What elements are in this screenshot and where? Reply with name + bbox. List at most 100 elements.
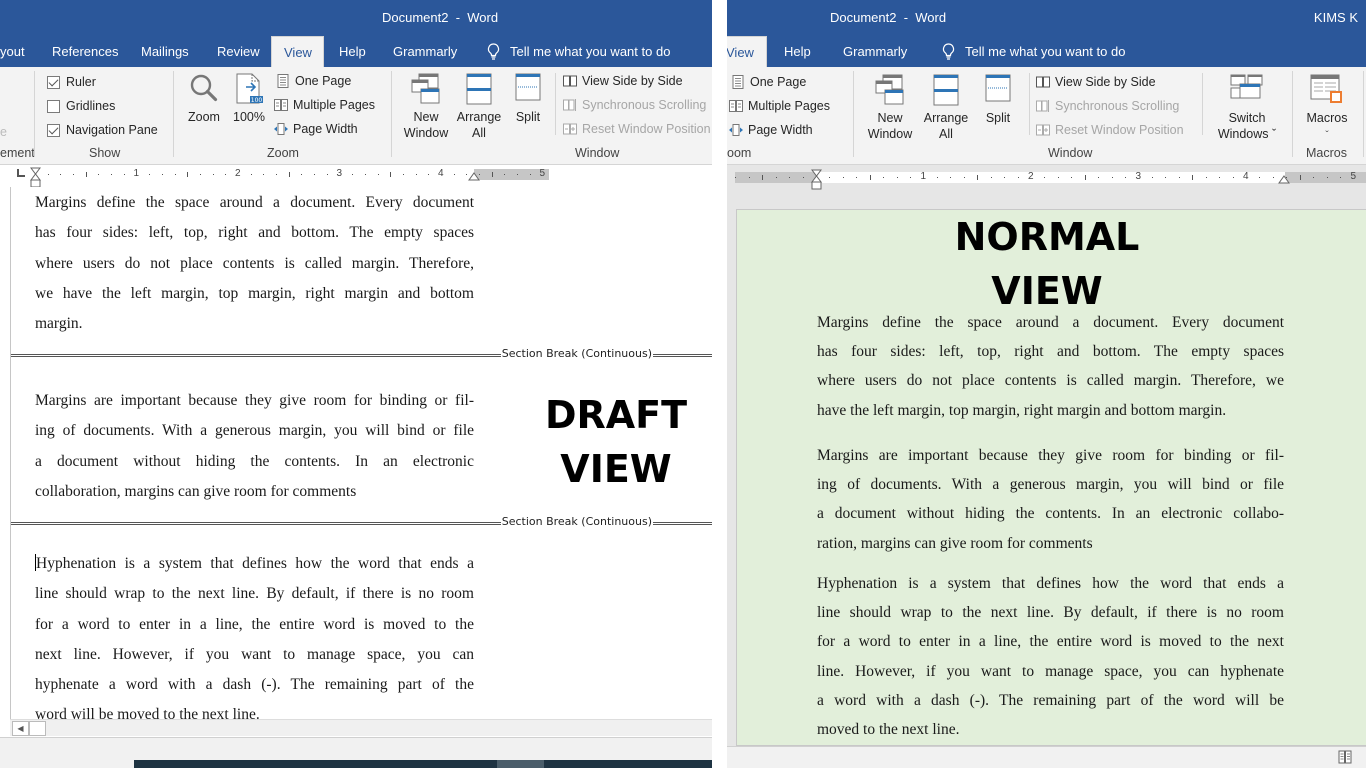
ruler-tick	[883, 177, 885, 178]
tab-mailings[interactable]: Mailings	[129, 36, 201, 67]
draft-view-line-2: VIEW	[560, 447, 672, 491]
split-button[interactable]: Split	[510, 73, 546, 125]
user-name[interactable]: KIMS K	[1314, 10, 1358, 25]
multiple-pages-button[interactable]: Multiple Pages	[729, 99, 830, 113]
right-indent-marker-icon[interactable]	[468, 172, 480, 181]
tab-review[interactable]: Review	[205, 36, 272, 67]
checkbox-icon	[47, 99, 60, 113]
one-page-button[interactable]: One Page	[276, 74, 351, 88]
ruler-tick	[1071, 177, 1073, 178]
tab-help[interactable]: Help	[772, 36, 823, 67]
switch-windows-icon	[1230, 74, 1263, 99]
ruler-number: 2	[1028, 171, 1034, 182]
ruler-tick	[842, 177, 844, 178]
left-indent-marker-icon[interactable]	[811, 169, 822, 191]
tab-references[interactable]: References	[40, 36, 130, 67]
ruler-tick	[990, 177, 992, 178]
tab-view[interactable]: View	[271, 36, 324, 67]
reset-window-position-button[interactable]: Reset Window Position	[1036, 123, 1184, 137]
ruler-tick	[352, 174, 354, 175]
normal-view-line-1: NORMAL	[954, 215, 1140, 259]
reset-window-position-label: Reset Window Position	[1055, 123, 1184, 137]
navigation-pane-checkbox[interactable]: Navigation Pane	[47, 123, 158, 137]
text-cursor	[35, 554, 36, 571]
normal-document-page[interactable]: NORMAL VIEW Margins define the space aro…	[736, 209, 1366, 746]
tab-help[interactable]: Help	[327, 36, 378, 67]
ruler-number: 2	[235, 168, 241, 179]
arrange-all-label-1: Arrange	[923, 111, 969, 125]
split-button[interactable]: Split	[980, 74, 1016, 126]
text-line: Margins are important because they give …	[817, 447, 1284, 464]
arrange-all-button[interactable]: Arrange All	[454, 73, 504, 141]
horizontal-scrollbar[interactable]: ◀	[10, 719, 712, 736]
status-bar	[0, 737, 712, 760]
zoom-100-button[interactable]: 100 100%	[232, 73, 266, 125]
page-width-button[interactable]: Page Width	[729, 123, 813, 137]
scroll-thumb[interactable]	[29, 721, 46, 736]
ruler-tick	[47, 174, 49, 175]
split-icon	[515, 73, 541, 101]
synchronous-scrolling-label: Synchronous Scrolling	[582, 98, 707, 112]
ruler-tick	[1084, 175, 1086, 180]
page-width-button[interactable]: Page Width	[274, 122, 358, 136]
ruler-tick	[1232, 177, 1234, 178]
new-window-label-1: New	[877, 111, 903, 125]
text-line: a document without hiding the contents. …	[817, 505, 1284, 523]
ruler-tick	[789, 177, 791, 178]
tab-grammarly[interactable]: Grammarly	[381, 36, 469, 67]
synchronous-scrolling-button[interactable]: Synchronous Scrolling	[1036, 99, 1179, 113]
reset-window-position-label: Reset Window Position	[582, 122, 711, 136]
right-indent-marker-icon[interactable]	[1278, 175, 1290, 184]
ruler-tick	[73, 174, 75, 175]
draft-view-line-1: DRAFT	[544, 393, 688, 437]
reset-window-position-button[interactable]: Reset Window Position	[563, 122, 711, 136]
new-window-label-2: Window	[403, 126, 449, 140]
section-break-label: Section Break (Continuous)	[500, 515, 653, 528]
one-page-icon	[277, 74, 289, 88]
one-page-button[interactable]: One Page	[731, 75, 806, 89]
view-side-by-side-button[interactable]: View Side by Side	[563, 74, 683, 88]
multiple-pages-button[interactable]: Multiple Pages	[274, 98, 375, 112]
ruler-tick	[775, 177, 777, 178]
ruler-tick	[85, 172, 87, 177]
title-bar: Document2 - Word	[0, 0, 712, 36]
tab-layout[interactable]: yout	[0, 36, 37, 67]
synchronous-scrolling-button[interactable]: Synchronous Scrolling	[563, 98, 706, 112]
arrange-all-button[interactable]: Arrange All	[920, 74, 972, 142]
tab-grammarly[interactable]: Grammarly	[831, 36, 919, 67]
tab-selector-icon[interactable]	[17, 169, 25, 177]
text-line: line should wrap to the next line. By de…	[817, 604, 1284, 622]
paragraph-margins-definition: Margins define the space around a docume…	[35, 188, 474, 339]
group-label-movement: ement	[0, 146, 35, 160]
text-line: next line. However, if you want to manag…	[35, 645, 474, 663]
ruler-number: 5	[539, 168, 546, 179]
scroll-left-button[interactable]: ◀	[12, 721, 29, 736]
left-indent-marker-icon[interactable]	[30, 167, 41, 189]
macros-button[interactable]: Macros ˇ	[1301, 74, 1353, 144]
separator	[391, 71, 392, 157]
new-window-button[interactable]: New Window	[862, 74, 918, 142]
ruler-tick	[748, 177, 750, 178]
zoom-button[interactable]: Zoom	[186, 73, 222, 125]
ruler-tick	[910, 177, 912, 178]
tab-view[interactable]: View	[727, 36, 767, 67]
view-side-by-side-label: View Side by Side	[1055, 75, 1156, 89]
draft-document-area[interactable]: Margins define the space around a docume…	[10, 187, 712, 719]
gridlines-checkbox[interactable]: Gridlines	[47, 99, 115, 113]
horizontal-ruler[interactable]: 1 2 3 4 5	[727, 167, 1366, 191]
horizontal-ruler[interactable]: 1 2 3 4 5	[0, 165, 712, 189]
tell-me-search[interactable]: Tell me what you want to do	[487, 36, 670, 67]
ruler-tick	[829, 177, 831, 178]
new-window-button[interactable]: New Window	[400, 73, 452, 141]
read-mode-icon[interactable]	[1338, 750, 1352, 764]
ruler-tick	[963, 177, 965, 178]
view-side-by-side-button[interactable]: View Side by Side	[1036, 75, 1156, 89]
text-line: ration, margins can give room for commen…	[817, 534, 1093, 552]
ruler-tick	[856, 177, 858, 178]
ruler-tick	[60, 174, 62, 175]
tell-me-search[interactable]: Tell me what you want to do	[942, 36, 1125, 67]
left-word-window: Document2 - Word yout References Mailing…	[0, 0, 712, 768]
svg-text:100: 100	[251, 97, 263, 104]
ruler-checkbox[interactable]: Ruler	[47, 75, 96, 89]
switch-windows-button[interactable]: Switch Windows ˇ	[1211, 74, 1283, 142]
